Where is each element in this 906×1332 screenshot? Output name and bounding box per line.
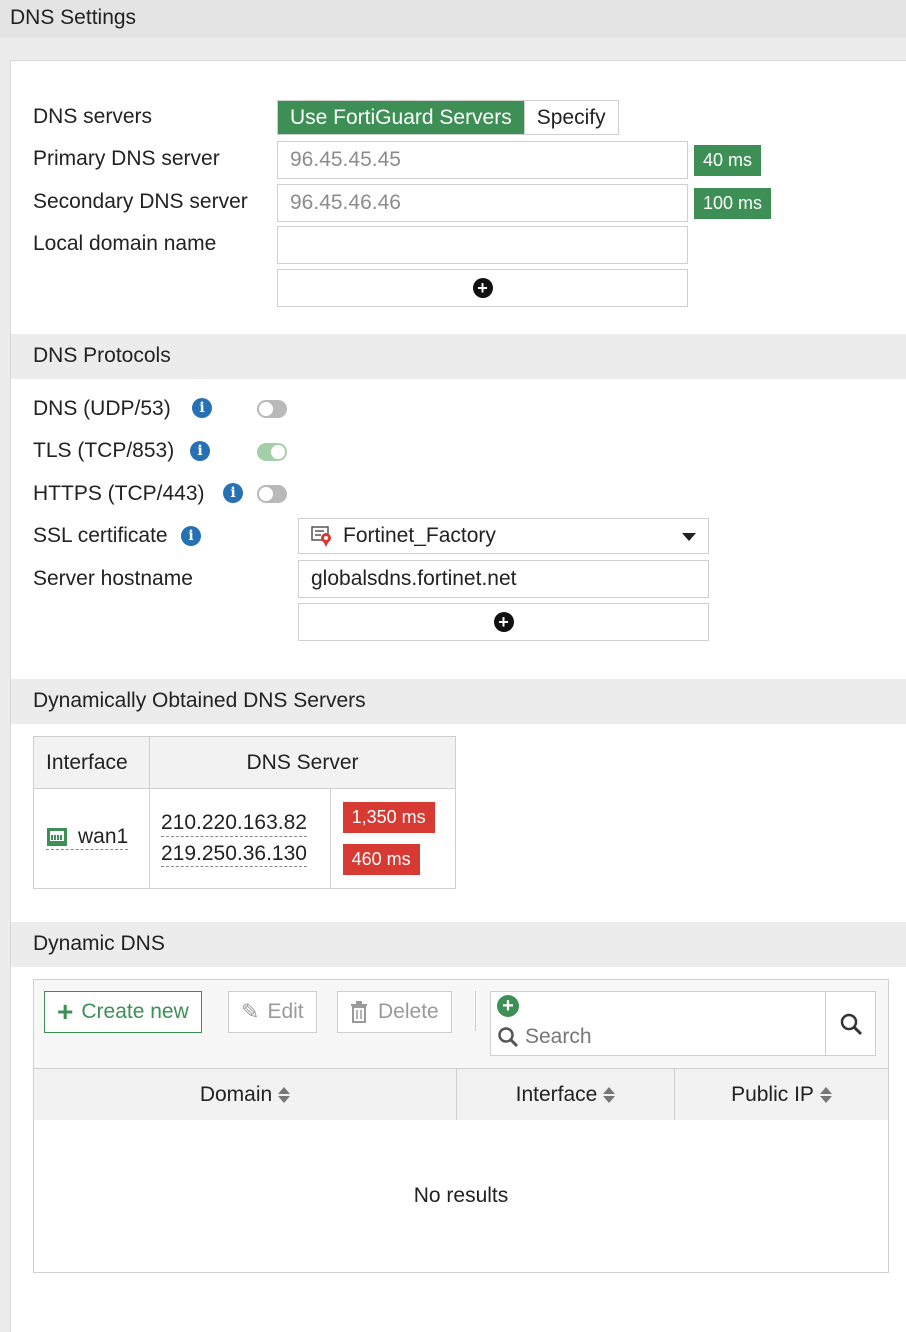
sort-icon: [819, 1086, 832, 1103]
info-icon[interactable]: i: [192, 398, 212, 418]
search-icon: [498, 1027, 519, 1048]
search-icon: [840, 1013, 862, 1035]
port-icon: [46, 827, 68, 847]
search-input[interactable]: Search: [497, 1025, 592, 1049]
primary-dns-field[interactable]: 96.45.45.45: [277, 141, 688, 179]
column-label-public-ip: Public IP: [731, 1082, 814, 1106]
interface-link[interactable]: wan1: [46, 824, 129, 851]
empty-results-text: No results: [413, 1184, 509, 1207]
column-header-interface: Interface: [33, 736, 150, 789]
https-toggle[interactable]: [257, 485, 287, 503]
column-header-dns-server: DNS Server: [149, 736, 456, 789]
plus-circle-icon: +: [493, 612, 514, 632]
search-button[interactable]: [826, 992, 875, 1055]
edit-label: Edit: [267, 1000, 304, 1023]
dynamic-dns-grid-header: Domain Interface Public IP: [33, 1068, 889, 1121]
interface-name: wan1: [78, 825, 129, 849]
dns-server-ip-1[interactable]: 210.220.163.82: [161, 810, 307, 837]
plus-circle-icon: +: [472, 278, 493, 298]
info-icon[interactable]: i: [190, 441, 210, 461]
latency-badge-1: 1,350 ms: [342, 801, 435, 833]
primary-dns-label: Primary DNS server: [33, 147, 220, 170]
local-domain-field[interactable]: [277, 226, 688, 264]
dns-udp-label: DNS (UDP/53): [33, 397, 171, 420]
column-label-domain: Domain: [199, 1082, 273, 1106]
dns-protocols-heading: DNS Protocols: [11, 334, 906, 379]
table-cell-interface: wan1: [33, 788, 150, 889]
dynamic-dns-heading: Dynamic DNS: [11, 922, 906, 967]
secondary-dns-field[interactable]: 96.45.46.46: [277, 184, 688, 222]
server-hostname-field[interactable]: globalsdns.fortinet.net: [298, 560, 709, 598]
search-placeholder: Search: [525, 1025, 592, 1048]
dns-server-ip-2[interactable]: 219.250.36.130: [161, 841, 307, 867]
info-icon[interactable]: i: [181, 526, 201, 546]
table-cell-ips: 210.220.163.82 219.250.36.130: [149, 788, 331, 889]
toolbar-divider: [475, 991, 476, 1031]
dns-settings-panel: DNS servers Use FortiGuard Servers Speci…: [10, 60, 906, 1332]
secondary-latency-badge: 100 ms: [694, 188, 772, 219]
certificate-icon: [311, 525, 333, 547]
add-filter-icon[interactable]: +: [497, 995, 519, 1017]
pencil-icon: ✎: [241, 999, 260, 1024]
dns-udp-toggle[interactable]: [257, 400, 287, 418]
sort-icon: [603, 1086, 616, 1103]
dynamic-dns-grid-body: No results: [33, 1120, 889, 1273]
server-hostname-label: Server hostname: [33, 567, 193, 590]
local-domain-label: Local domain name: [33, 232, 217, 255]
plus-icon: +: [57, 996, 74, 1027]
dynamic-servers-heading: Dynamically Obtained DNS Servers: [11, 679, 906, 724]
use-fortiguard-option[interactable]: Use FortiGuard Servers: [278, 101, 524, 134]
ssl-cert-value: Fortinet_Factory: [343, 524, 496, 547]
specify-option[interactable]: Specify: [523, 101, 618, 134]
create-new-button[interactable]: + Create new: [44, 991, 202, 1033]
primary-latency-badge: 40 ms: [694, 145, 762, 176]
dns-servers-label: DNS servers: [33, 105, 153, 128]
info-icon[interactable]: i: [223, 483, 243, 503]
dynamic-servers-table: Interface DNS Server wan1 210.220.163.82…: [33, 736, 457, 889]
dns-servers-toggle: Use FortiGuard Servers Specify: [277, 100, 619, 135]
search-box[interactable]: + Search: [490, 991, 876, 1056]
table-cell-latency: 1,350 ms 460 ms: [329, 788, 457, 889]
column-header-interface[interactable]: Interface: [457, 1069, 675, 1120]
ssl-cert-select[interactable]: Fortinet_Factory: [298, 518, 709, 554]
tls-label: TLS (TCP/853): [33, 439, 175, 462]
ssl-cert-label: SSL certificate: [33, 524, 168, 547]
page-title: DNS Settings: [0, 0, 906, 38]
secondary-dns-label: Secondary DNS server: [33, 190, 248, 213]
delete-button[interactable]: Delete: [337, 991, 452, 1033]
sort-icon: [278, 1086, 291, 1103]
edit-button[interactable]: ✎ Edit: [228, 991, 317, 1033]
create-new-label: Create new: [81, 1000, 189, 1023]
latency-badge-2: 460 ms: [342, 843, 420, 875]
chevron-down-icon: [682, 533, 696, 541]
trash-icon: [350, 1001, 368, 1023]
add-hostname-button[interactable]: +: [298, 603, 709, 641]
delete-label: Delete: [378, 1000, 439, 1023]
column-header-public-ip[interactable]: Public IP: [675, 1069, 888, 1120]
https-label: HTTPS (TCP/443): [33, 482, 205, 505]
add-local-domain-button[interactable]: +: [277, 269, 688, 307]
tls-toggle[interactable]: [257, 443, 287, 461]
column-label-interface: Interface: [515, 1082, 598, 1106]
column-header-domain[interactable]: Domain: [34, 1069, 457, 1120]
